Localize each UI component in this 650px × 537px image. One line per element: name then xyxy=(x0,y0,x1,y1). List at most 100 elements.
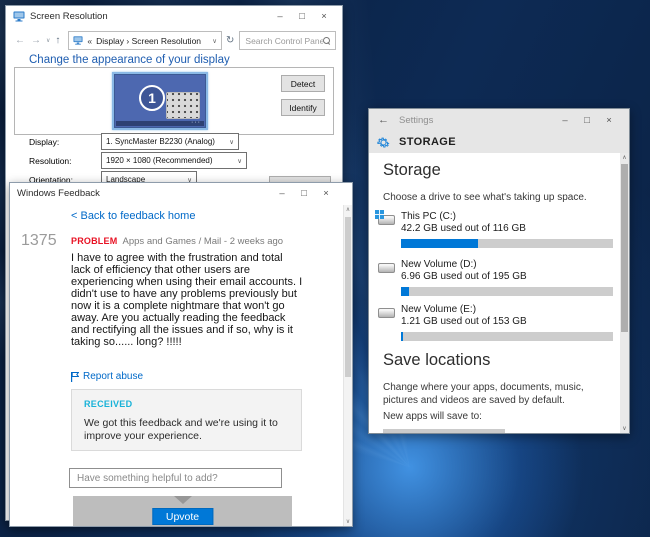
up-arrow-icon[interactable]: ↑ xyxy=(52,35,63,46)
history-caret-icon[interactable]: ∨ xyxy=(44,37,52,44)
drive-usage-bar xyxy=(401,332,613,341)
settings-window: ← Settings – □ × STORAGE Storage Choose … xyxy=(368,108,630,434)
report-abuse-label: Report abuse xyxy=(83,371,144,382)
chevron-down-icon: ∨ xyxy=(237,157,242,165)
drive-item-d[interactable]: New Volume (D:) 6.96 GB used out of 195 … xyxy=(377,259,615,296)
comment-input[interactable] xyxy=(69,468,282,488)
maximize-button[interactable]: □ xyxy=(576,115,598,126)
maximize-button[interactable]: □ xyxy=(293,188,315,199)
feedback-category-age: Apps and Games / Mail - 2 weeks ago xyxy=(122,236,284,247)
report-abuse-link[interactable]: Report abuse xyxy=(71,371,143,382)
drive-usage-bar xyxy=(401,287,613,296)
drive-usage: 6.96 GB used out of 195 GB xyxy=(401,271,527,282)
drive-icon xyxy=(378,263,395,273)
monitor-icon xyxy=(13,11,25,22)
settings-titlebar[interactable]: ← Settings – □ × xyxy=(369,109,629,131)
drive-item-c[interactable]: This PC (C:) 42.2 GB used out of 116 GB xyxy=(375,210,615,248)
received-text: We got this feedback and we're using it … xyxy=(84,417,278,442)
breadcrumb[interactable]: Display › Screen Resolution xyxy=(96,36,208,46)
bubble-tail-icon xyxy=(173,496,192,504)
detect-button[interactable]: Detect xyxy=(281,75,325,92)
drive-usage: 42.2 GB used out of 116 GB xyxy=(401,223,526,234)
close-button[interactable]: × xyxy=(313,11,335,22)
drive-icon xyxy=(378,308,395,318)
back-arrow-icon[interactable]: ← xyxy=(378,114,389,126)
feedback-meta: PROBLEM Apps and Games / Mail - 2 weeks … xyxy=(71,236,283,247)
scroll-up-icon[interactable]: ∧ xyxy=(620,154,629,161)
received-badge: RECEIVED xyxy=(84,399,133,409)
search-icon xyxy=(323,37,330,44)
feedback-body-text: I have to agree with the frustration and… xyxy=(71,252,303,348)
screen-resolution-titlebar[interactable]: Screen Resolution – □ × xyxy=(6,6,342,27)
upvote-button[interactable]: Upvote xyxy=(151,508,214,525)
keypad-graphic xyxy=(166,92,200,119)
address-bar[interactable]: « Display › Screen Resolution ∨ xyxy=(68,31,223,50)
chevron-down-icon: ∨ xyxy=(229,138,234,146)
monitor-taskbar-strip: ··· xyxy=(116,119,204,126)
drive-usage: 1.21 GB used out of 153 GB xyxy=(401,316,527,327)
identify-button[interactable]: Identify xyxy=(281,99,325,116)
back-arrow-icon[interactable]: ← xyxy=(12,35,28,46)
display-preview-box: 1 ··· Detect Identify xyxy=(14,67,334,135)
minimize-button[interactable]: – xyxy=(269,11,291,22)
settings-header: ← Settings – □ × STORAGE xyxy=(369,109,629,153)
monitor-number: 1 xyxy=(139,85,165,111)
desktop-wallpaper: Screen Resolution – □ × ← → ∨ ↑ « Displa… xyxy=(0,0,650,537)
drive-name: New Volume (E:) xyxy=(401,304,477,315)
new-apps-label: New apps will save to: xyxy=(383,411,482,422)
breadcrumb-collapsed[interactable]: « xyxy=(87,36,92,46)
monitor-preview[interactable]: 1 ··· xyxy=(112,72,208,130)
drive-name: New Volume (D:) xyxy=(401,259,477,270)
resolution-dropdown[interactable]: 1920 × 1080 (Recommended) ∨ xyxy=(101,152,247,169)
scroll-up-icon[interactable]: ∧ xyxy=(344,206,352,213)
window-title: Screen Resolution xyxy=(30,11,108,22)
save-locations-heading: Save locations xyxy=(383,351,491,369)
page-title: STORAGE xyxy=(399,136,456,148)
settings-scrollbar[interactable]: ∧ ∨ xyxy=(620,153,629,433)
display-dropdown-value: 1. SyncMaster B2230 (Analog) xyxy=(106,137,215,146)
storage-subtext: Choose a drive to see what's taking up s… xyxy=(383,192,587,203)
minimize-button[interactable]: – xyxy=(271,188,293,199)
scrollbar-thumb[interactable] xyxy=(345,217,351,377)
save-locations-subtext: Change where your apps, documents, music… xyxy=(383,382,584,406)
display-dropdown[interactable]: 1. SyncMaster B2230 (Analog) ∨ xyxy=(101,133,239,150)
page-heading: Change the appearance of your display xyxy=(29,54,230,66)
maximize-button[interactable]: □ xyxy=(291,11,313,22)
resolution-label: Resolution: xyxy=(29,156,72,166)
display-label: Display: xyxy=(29,137,60,147)
resolution-dropdown-value: 1920 × 1080 (Recommended) xyxy=(106,156,213,165)
back-to-feedback-home-link[interactable]: < Back to feedback home xyxy=(71,210,195,222)
close-button[interactable]: × xyxy=(598,115,620,126)
scroll-down-icon[interactable]: ∨ xyxy=(620,425,629,432)
window-title: Settings xyxy=(399,114,434,126)
feedback-scrollbar[interactable]: ∧ ∨ xyxy=(343,205,352,526)
vote-footer-panel: Upvote xyxy=(73,496,292,526)
search-input[interactable] xyxy=(245,35,323,46)
minimize-button[interactable]: – xyxy=(554,115,576,126)
search-box[interactable] xyxy=(239,31,336,50)
settings-pagebar: STORAGE xyxy=(369,131,629,153)
received-status-box: RECEIVED We got this feedback and we're … xyxy=(71,389,302,451)
drive-item-e[interactable]: New Volume (E:) 1.21 GB used out of 153 … xyxy=(377,304,615,341)
new-apps-dropdown-value: This PC (C:) xyxy=(391,434,446,435)
forward-arrow-icon[interactable]: → xyxy=(28,35,44,46)
scrollbar-thumb[interactable] xyxy=(621,164,628,332)
drive-usage-fill xyxy=(401,287,409,296)
drive-usage-fill xyxy=(401,239,479,248)
flag-icon xyxy=(71,371,79,382)
vote-count: 1375 xyxy=(21,232,57,249)
address-caret-icon[interactable]: ∨ xyxy=(212,37,217,45)
drive-name: This PC (C:) xyxy=(401,211,456,222)
close-button[interactable]: × xyxy=(315,188,337,199)
scroll-down-icon[interactable]: ∨ xyxy=(344,518,352,525)
gear-icon xyxy=(377,137,390,148)
refresh-icon[interactable]: ↻ xyxy=(226,35,234,46)
windows-feedback-window: Windows Feedback – □ × < Back to feedbac… xyxy=(9,182,353,527)
drive-usage-fill xyxy=(401,332,403,341)
feedback-titlebar[interactable]: Windows Feedback – □ × xyxy=(10,183,352,204)
new-apps-dropdown[interactable]: This PC (C:) ∨ xyxy=(383,429,505,435)
window-title: Windows Feedback xyxy=(17,188,100,199)
address-monitor-icon xyxy=(73,36,83,45)
storage-heading: Storage xyxy=(383,161,441,179)
drive-usage-bar xyxy=(401,239,613,248)
